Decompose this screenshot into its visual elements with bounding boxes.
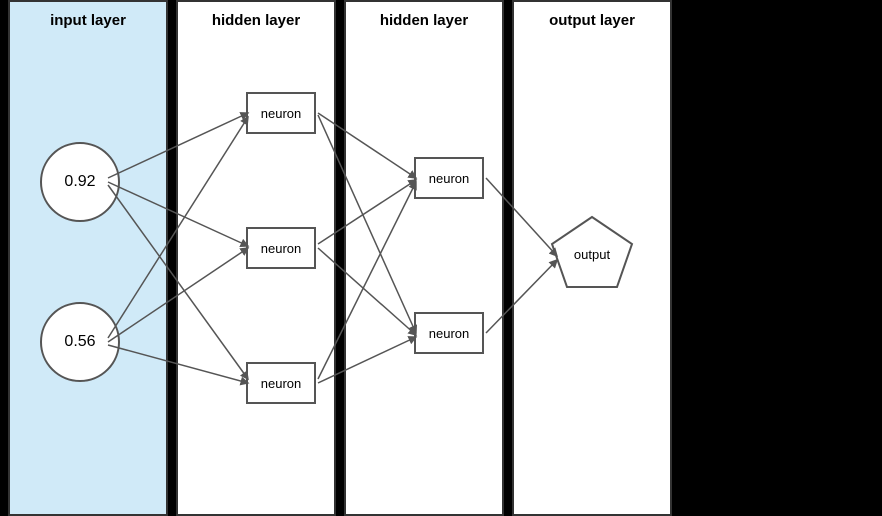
input-node-2: 0.56 bbox=[40, 302, 120, 382]
output-layer-title: output layer bbox=[514, 2, 670, 29]
input-node-1: 0.92 bbox=[40, 142, 120, 222]
output-node: output bbox=[547, 212, 637, 297]
hidden1-neuron-3: neuron bbox=[246, 362, 316, 404]
output-label: output bbox=[574, 247, 611, 262]
input-layer: input layer 0.92 0.56 bbox=[8, 0, 168, 516]
hidden-layer-2-title: hidden layer bbox=[346, 2, 502, 29]
hidden1-neuron-2: neuron bbox=[246, 227, 316, 269]
hidden-layer-1: hidden layer neuron neuron neuron bbox=[176, 0, 336, 516]
hidden-layer-2: hidden layer neuron neuron bbox=[344, 0, 504, 516]
output-layer: output layer output bbox=[512, 0, 672, 516]
hidden1-neuron-1: neuron bbox=[246, 92, 316, 134]
hidden2-neuron-2: neuron bbox=[414, 312, 484, 354]
hidden-layer-1-title: hidden layer bbox=[178, 2, 334, 29]
hidden2-neuron-1: neuron bbox=[414, 157, 484, 199]
neural-network-diagram: input layer 0.92 0.56 hidden layer neuro… bbox=[0, 0, 882, 516]
input-layer-title: input layer bbox=[10, 2, 166, 29]
